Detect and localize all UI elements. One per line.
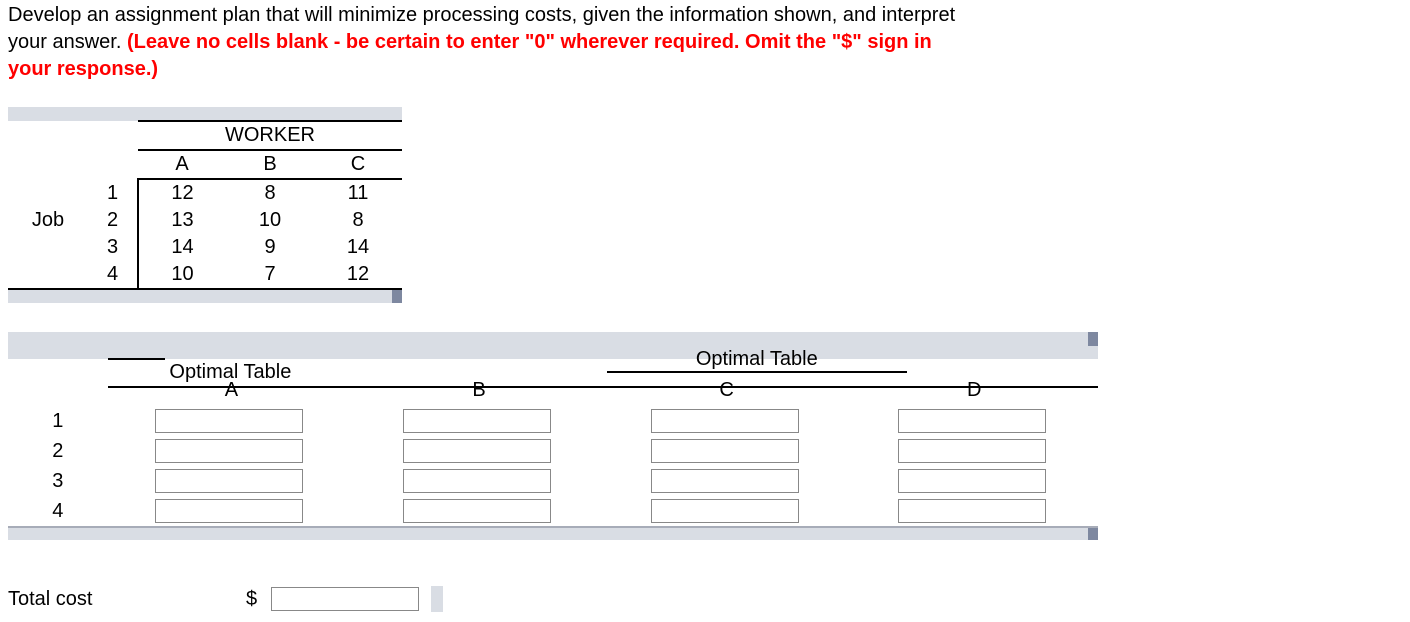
table-footer-band <box>8 526 1098 540</box>
trailing-band <box>431 586 443 612</box>
q-line1: Develop an assignment plan that will min… <box>8 4 955 26</box>
total-cost-row: Total cost $ <box>8 586 1402 612</box>
opt-row-4: 4 <box>8 496 108 526</box>
input-1A[interactable] <box>155 409 303 433</box>
opt-col-A: A <box>108 375 356 406</box>
input-2C[interactable] <box>651 439 799 463</box>
q-line3-red: your response.) <box>8 58 158 80</box>
input-4C[interactable] <box>651 499 799 523</box>
job-label: Job <box>8 207 88 234</box>
opt-col-D: D <box>850 375 1098 406</box>
q-line2-pre: your answer. <box>8 31 127 53</box>
col-C: C <box>314 150 402 179</box>
row-2: 2 <box>88 207 138 234</box>
input-3C[interactable] <box>651 469 799 493</box>
total-cost-input[interactable] <box>271 587 419 611</box>
input-2A[interactable] <box>155 439 303 463</box>
optimal-title2: Optimal Table <box>607 348 907 373</box>
input-1C[interactable] <box>651 409 799 433</box>
input-1B[interactable] <box>403 409 551 433</box>
col-B: B <box>226 150 314 179</box>
input-2D[interactable] <box>898 439 1046 463</box>
opt-col-B: B <box>355 375 603 406</box>
opt-row-3: 3 <box>8 466 108 496</box>
row-3: 3 <box>88 234 138 261</box>
input-3D[interactable] <box>898 469 1046 493</box>
worker-title: WORKER <box>138 121 402 150</box>
input-4B[interactable] <box>403 499 551 523</box>
opt-row-1: 1 <box>8 406 108 436</box>
total-cost-label: Total cost <box>8 588 238 611</box>
input-4D[interactable] <box>898 499 1046 523</box>
input-4A[interactable] <box>155 499 303 523</box>
dollar-sign: $ <box>246 588 263 611</box>
row-4: 4 <box>88 261 138 289</box>
row-1: 1 <box>88 179 138 207</box>
question-prompt: Develop an assignment plan that will min… <box>8 2 1402 83</box>
cost-table: WORKER A B C 1 12 8 11 Job 2 13 10 8 3 1… <box>8 107 402 303</box>
input-1D[interactable] <box>898 409 1046 433</box>
input-2B[interactable] <box>403 439 551 463</box>
col-A: A <box>138 150 226 179</box>
input-3A[interactable] <box>155 469 303 493</box>
opt-row-2: 2 <box>8 436 108 466</box>
q-line2-red: (Leave no cells blank - be certain to en… <box>127 31 932 53</box>
opt-col-C: C <box>603 375 851 406</box>
input-3B[interactable] <box>403 469 551 493</box>
